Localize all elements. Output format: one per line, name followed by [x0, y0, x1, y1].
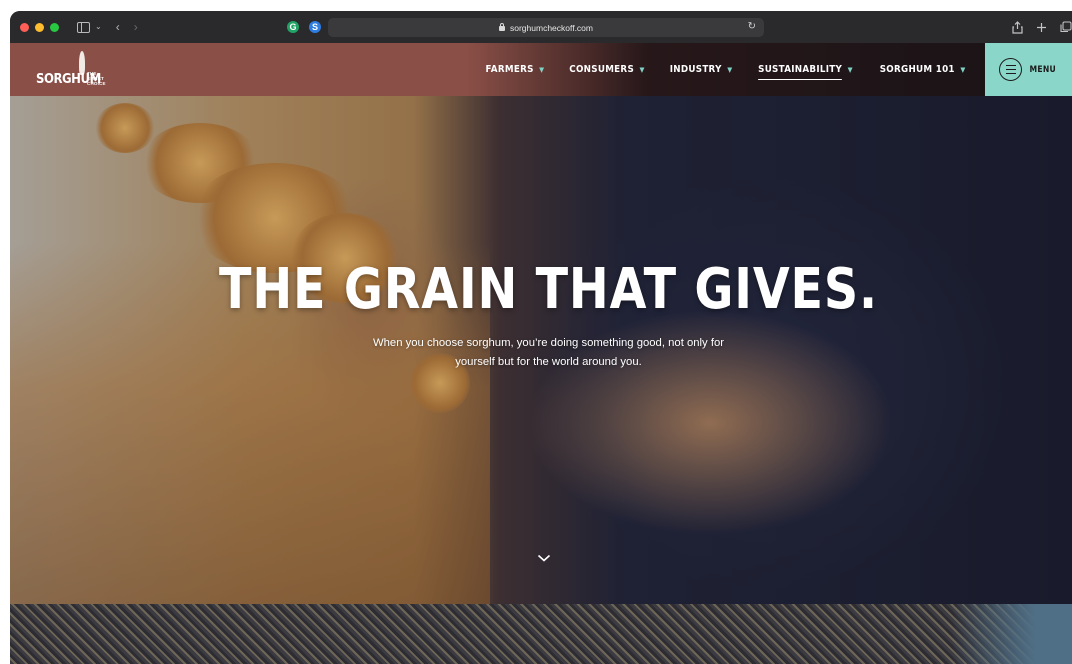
back-icon[interactable]: ‹ — [116, 21, 120, 33]
caret-down-icon: ▼ — [726, 65, 733, 74]
sidebar-toggle-icon[interactable] — [77, 21, 90, 33]
nav-item-sustainability[interactable]: SUSTAINABILITY ▼ — [757, 59, 853, 80]
menu-label: MENU — [1029, 64, 1057, 75]
nav-item-consumers[interactable]: CONSUMERS ▼ — [569, 64, 644, 75]
zoom-window-button[interactable] — [50, 22, 59, 32]
hero-subtitle: When you choose sorghum, you’re doing so… — [372, 337, 725, 368]
reload-icon[interactable]: ↻ — [748, 21, 756, 32]
main-nav: FARMERS ▼ CONSUMERS ▼ INDUSTRY ▼ SUSTAIN… — [464, 43, 969, 96]
nav-item-label: INDUSTRY — [669, 64, 722, 75]
nav-item-label: SORGHUM 101 — [879, 64, 955, 75]
nav-item-farmers[interactable]: FARMERS ▼ — [485, 64, 544, 75]
grammarly-extension-icon[interactable]: G — [287, 21, 299, 33]
logo-tagline: THE SMART CHOICE — [87, 71, 106, 86]
s-extension-icon[interactable]: S — [309, 21, 321, 33]
hamburger-menu-icon — [999, 58, 1023, 81]
sidebar-chevron-icon[interactable]: ⌄ — [95, 23, 102, 31]
address-bar[interactable]: sorghumcheckoff.com ↻ — [328, 18, 764, 37]
web-page: SORGHUM THE SMART CHOICE FARMERS ▼ CONSU… — [10, 43, 1072, 664]
hero-section: SORGHUM THE SMART CHOICE FARMERS ▼ CONSU… — [10, 43, 1072, 604]
menu-button[interactable]: MENU — [985, 43, 1072, 96]
caret-down-icon: ▼ — [538, 65, 544, 74]
lock-icon — [499, 22, 505, 31]
next-section-image — [10, 604, 1072, 664]
url-text: sorghumcheckoff.com — [510, 22, 593, 33]
toolbar-right-actions — [1012, 11, 1072, 43]
nav-item-label: SUSTAINABILITY — [757, 64, 842, 80]
hero-content: THE GRAIN THAT GIVES. When you choose so… — [10, 258, 1072, 372]
window-controls — [20, 22, 59, 32]
site-logo[interactable]: SORGHUM THE SMART CHOICE — [36, 51, 126, 91]
nav-item-industry[interactable]: INDUSTRY ▼ — [669, 64, 732, 75]
nav-item-label: FARMERS — [485, 64, 534, 75]
browser-window: ⌄ ‹ › G S sorghumcheckoff.com ↻ SORGHUM — [10, 11, 1072, 664]
close-window-button[interactable] — [20, 22, 29, 32]
nav-item-sorghum-101[interactable]: SORGHUM 101 ▼ — [879, 64, 965, 75]
nav-item-label: CONSUMERS — [568, 64, 634, 75]
caret-down-icon: ▼ — [639, 65, 645, 74]
minimize-window-button[interactable] — [35, 22, 44, 32]
browser-toolbar: ⌄ ‹ › G S sorghumcheckoff.com ↻ — [10, 11, 1072, 43]
tab-overview-icon[interactable] — [1060, 21, 1072, 33]
chevron-down-icon[interactable] — [537, 551, 551, 565]
forward-icon[interactable]: › — [134, 21, 138, 33]
site-header: SORGHUM THE SMART CHOICE FARMERS ▼ CONSU… — [10, 43, 1072, 96]
new-tab-icon[interactable] — [1036, 22, 1047, 33]
caret-down-icon: ▼ — [847, 65, 853, 74]
share-icon[interactable] — [1012, 20, 1023, 34]
hero-title: THE GRAIN THAT GIVES. — [219, 257, 878, 322]
caret-down-icon: ▼ — [960, 65, 966, 74]
